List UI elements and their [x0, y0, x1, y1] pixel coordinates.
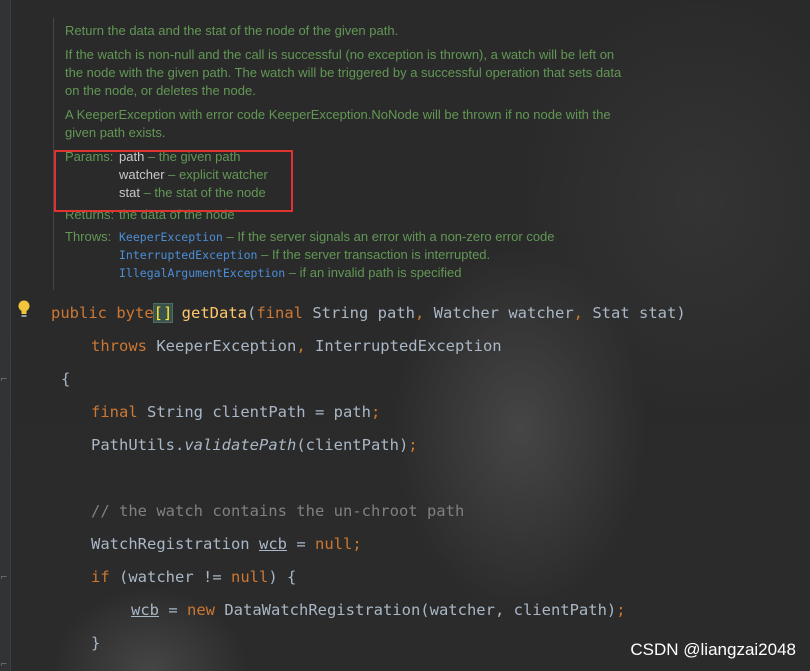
fold-marker-icon[interactable]: ⌐ — [0, 660, 8, 670]
code-line-validate[interactable]: PathUtils.validatePath(clientPath); — [91, 429, 418, 462]
code-editor[interactable]: ⌐ ⌐ ⌐ Return the data and the stat of th… — [0, 0, 810, 671]
exception-link[interactable]: KeeperException — [119, 230, 223, 244]
code-line-open-brace[interactable]: { — [61, 363, 70, 396]
code-line-throws[interactable]: throws KeeperException, InterruptedExcep… — [91, 330, 502, 363]
code-line-wcb-decl[interactable]: WatchRegistration wcb = null; — [91, 528, 362, 561]
exception-link[interactable]: IllegalArgumentException — [119, 266, 285, 280]
code-line-clientpath[interactable]: final String clientPath = path; — [91, 396, 380, 429]
fold-marker-icon[interactable]: ⌐ — [0, 573, 8, 583]
throws-illegal-arg: IllegalArgumentException – if an invalid… — [119, 265, 462, 280]
editor-gutter[interactable]: ⌐ ⌐ ⌐ — [0, 0, 11, 671]
watermark: CSDN @liangzai2048 — [630, 640, 796, 659]
params-highlight-box — [54, 150, 293, 212]
code-line-signature[interactable]: public byte[] getData(final String path,… — [51, 297, 686, 330]
lightbulb-icon[interactable] — [17, 299, 31, 319]
throws-keeper: KeeperException – If the server signals … — [119, 229, 555, 244]
bracket-match: [] — [152, 303, 174, 323]
doc-exception-note: A KeeperException with error code Keeper… — [65, 107, 611, 140]
doc-throws: Throws: KeeperException – If the server … — [65, 228, 675, 282]
throws-label: Throws: — [65, 229, 112, 244]
fold-marker-icon[interactable]: ⌐ — [0, 375, 8, 385]
code-line-close-brace[interactable]: } — [91, 627, 100, 660]
code-line-comment[interactable]: // the watch contains the un-chroot path — [91, 495, 464, 528]
doc-watch-note: If the watch is non-null and the call is… — [65, 47, 622, 98]
exception-link[interactable]: InterruptedException — [119, 248, 257, 262]
doc-summary: Return the data and the stat of the node… — [65, 23, 399, 38]
code-line-wcb-assign[interactable]: wcb = new DataWatchRegistration(watcher,… — [131, 594, 626, 627]
throws-interrupted: InterruptedException – If the server tra… — [119, 247, 491, 262]
code-line-if[interactable]: if (watcher != null) { — [91, 561, 296, 594]
